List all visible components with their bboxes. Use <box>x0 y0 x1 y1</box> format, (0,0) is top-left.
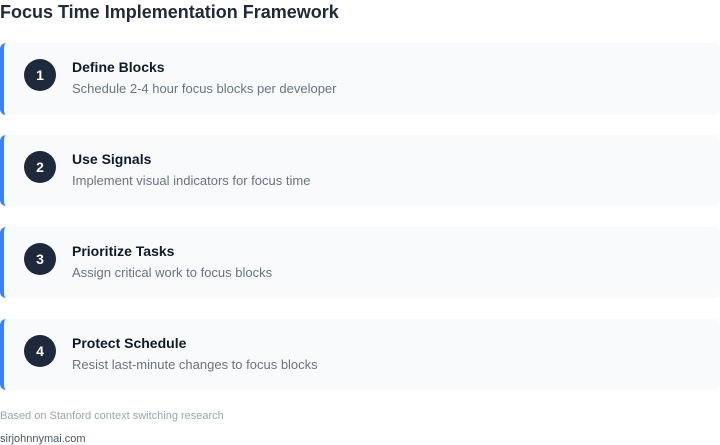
step-title: Prioritize Tasks <box>72 243 175 259</box>
step-description: Schedule 2-4 hour focus blocks per devel… <box>72 81 337 96</box>
step-card-define-blocks: 1 Define Blocks Schedule 2-4 hour focus … <box>0 43 720 115</box>
step-title: Protect Schedule <box>72 335 187 351</box>
step-number-badge: 2 <box>24 151 56 183</box>
steps-list: 1 Define Blocks Schedule 2-4 hour focus … <box>0 43 720 390</box>
step-title: Define Blocks <box>72 59 165 75</box>
step-description: Implement visual indicators for focus ti… <box>72 173 311 188</box>
step-card-prioritize-tasks: 3 Prioritize Tasks Assign critical work … <box>0 227 720 298</box>
step-description: Assign critical work to focus blocks <box>72 265 273 280</box>
step-title: Use Signals <box>72 151 152 167</box>
watermark: sirjohnnymai.com <box>0 433 86 445</box>
page: Focus Time Implementation Framework 1 De… <box>0 0 720 445</box>
step-card-use-signals: 2 Use Signals Implement visual indicator… <box>0 135 720 206</box>
page-title: Focus Time Implementation Framework <box>0 2 339 22</box>
source-footnote: Based on Stanford context switching rese… <box>0 410 224 422</box>
step-card-protect-schedule: 4 Protect Schedule Resist last-minute ch… <box>0 319 720 390</box>
step-number-badge: 4 <box>24 335 56 367</box>
step-description: Resist last-minute changes to focus bloc… <box>72 357 318 372</box>
step-number-badge: 1 <box>24 59 56 91</box>
step-number-badge: 3 <box>24 243 56 275</box>
